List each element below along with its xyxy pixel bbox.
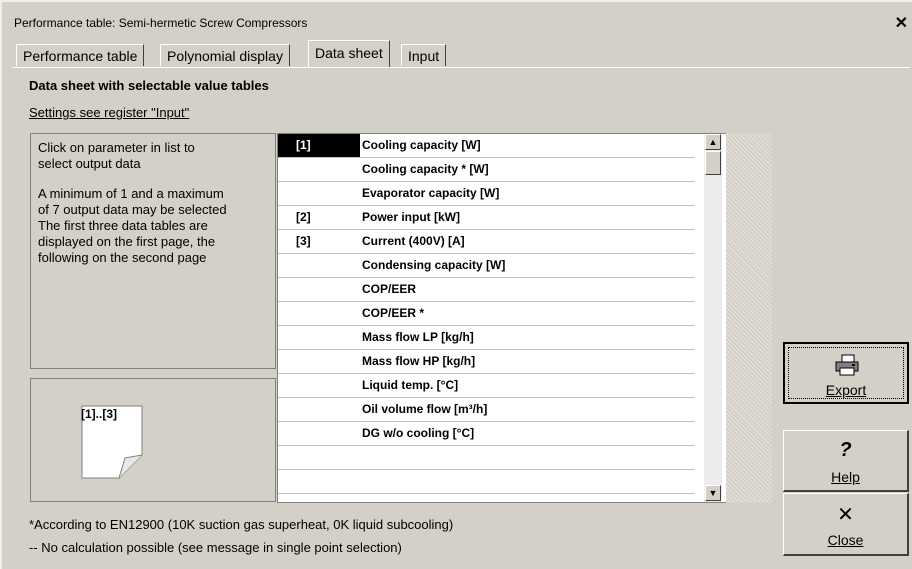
page-preview-panel	[30, 378, 276, 502]
parameter-label: Evaporator capacity [W]	[362, 186, 500, 200]
selection-index	[278, 158, 360, 181]
printer-icon	[835, 354, 859, 376]
parameter-label: COP/EER	[362, 282, 417, 296]
selection-index	[278, 302, 360, 325]
parameter-label: Mass flow HP [kg/h]	[362, 354, 476, 368]
parameter-label: Mass flow LP [kg/h]	[362, 330, 474, 344]
question-mark-icon: ?	[839, 439, 852, 461]
parameter-label: Condensing capacity [W]	[362, 258, 506, 272]
selection-index	[278, 326, 360, 349]
selection-index: [2]	[296, 210, 311, 224]
list-item[interactable]: Mass flow LP [kg/h]	[278, 326, 695, 350]
instructions-text: Click on parameter in list to select out…	[38, 140, 272, 266]
tab-data-sheet[interactable]: Data sheet	[308, 40, 390, 67]
list-item[interactable]	[278, 470, 695, 494]
instruction-spacer	[38, 172, 272, 186]
list-item[interactable]: Cooling capacity * [W]	[278, 158, 695, 182]
tab-input[interactable]: Input	[401, 44, 447, 66]
window-title: Performance table: Semi-hermetic Screw C…	[14, 16, 308, 30]
list-item[interactable]: [1] Cooling capacity [W]	[278, 134, 695, 158]
list-item[interactable]: COP/EER *	[278, 302, 695, 326]
close-button[interactable]: ✕ Close	[783, 493, 909, 556]
export-label: Export	[825, 382, 867, 398]
footnote-en12900: *According to EN12900 (10K suction gas s…	[29, 517, 454, 532]
export-button[interactable]: Export	[783, 342, 909, 404]
instruction-line: select output data	[38, 156, 141, 171]
selection-index	[278, 350, 360, 373]
selection-index: [3]	[296, 234, 311, 248]
list-item[interactable]: DG w/o cooling [°C]	[278, 422, 695, 446]
selection-index: [1]	[278, 134, 360, 157]
dialog-window: Performance table: Semi-hermetic Screw C…	[0, 0, 912, 569]
tab-polynomial-display[interactable]: Polynomial display	[160, 44, 290, 66]
parameter-label: Oil volume flow [m³/h]	[362, 402, 488, 416]
tab-performance-table[interactable]: Performance table	[16, 44, 145, 66]
settings-link[interactable]: Settings see register "Input"	[29, 105, 189, 120]
scroll-up-icon[interactable]: ▲	[705, 134, 721, 150]
list-item[interactable]: Oil volume flow [m³/h]	[278, 398, 695, 422]
list-item[interactable]: COP/EER	[278, 278, 695, 302]
instruction-line: Click on parameter in list to	[38, 140, 195, 155]
selection-index	[278, 422, 360, 445]
selection-index	[278, 470, 360, 493]
instruction-line: A minimum of 1 and a maximum	[38, 186, 224, 201]
scroll-thumb[interactable]	[705, 151, 721, 175]
list-item[interactable]: Evaporator capacity [W]	[278, 182, 695, 206]
list-item[interactable]: Liquid temp. [°C]	[278, 374, 695, 398]
help-button[interactable]: ? Help	[783, 430, 909, 492]
close-icon: ✕	[837, 504, 854, 526]
parameter-label: Cooling capacity * [W]	[362, 162, 489, 176]
parameter-label: COP/EER *	[362, 306, 425, 320]
instruction-line: displayed on the first page, the	[38, 234, 216, 249]
list-item[interactable]	[278, 446, 695, 470]
close-window-icon[interactable]: ✕	[895, 13, 908, 33]
list-item[interactable]: Condensing capacity [W]	[278, 254, 695, 278]
selection-index	[278, 374, 360, 397]
scroll-down-icon[interactable]: ▼	[705, 485, 721, 501]
parameter-label: Power input [kW]	[362, 210, 460, 224]
list-item[interactable]: [3] Current (400V) [A]	[278, 230, 695, 254]
page-heading: Data sheet with selectable value tables	[29, 78, 269, 93]
selection-index	[278, 278, 360, 301]
parameter-label: DG w/o cooling [°C]	[362, 426, 475, 440]
instruction-line: The first three data tables are	[38, 218, 208, 233]
selection-index	[278, 182, 360, 205]
parameter-label: Liquid temp. [°C]	[362, 378, 459, 392]
instruction-line: following on the second page	[38, 250, 207, 265]
parameter-label: Cooling capacity [W]	[362, 138, 481, 152]
footnote-no-calculation: -- No calculation possible (see message …	[29, 540, 402, 555]
instruction-line: of 7 output data may be selected	[38, 202, 227, 217]
selection-index	[278, 446, 360, 469]
page-preview-label: [1]..[3]	[81, 407, 117, 421]
selection-index	[278, 398, 360, 421]
vertical-scrollbar[interactable]: ▲ ▼	[704, 134, 722, 502]
selection-index	[278, 254, 360, 277]
list-item[interactable]: [2] Power input [kW]	[278, 206, 695, 230]
parameter-list[interactable]: [1] Cooling capacity [W] Cooling capacit…	[277, 133, 727, 503]
close-label: Close	[827, 532, 864, 548]
parameter-label: Current (400V) [A]	[362, 234, 465, 248]
hatched-divider	[726, 133, 772, 503]
title-bar: Performance table: Semi-hermetic Screw C…	[8, 12, 908, 34]
tab-divider	[12, 67, 910, 68]
help-label: Help	[831, 469, 860, 485]
list-item[interactable]: Mass flow HP [kg/h]	[278, 350, 695, 374]
instructions-panel: Click on parameter in list to select out…	[30, 133, 276, 369]
